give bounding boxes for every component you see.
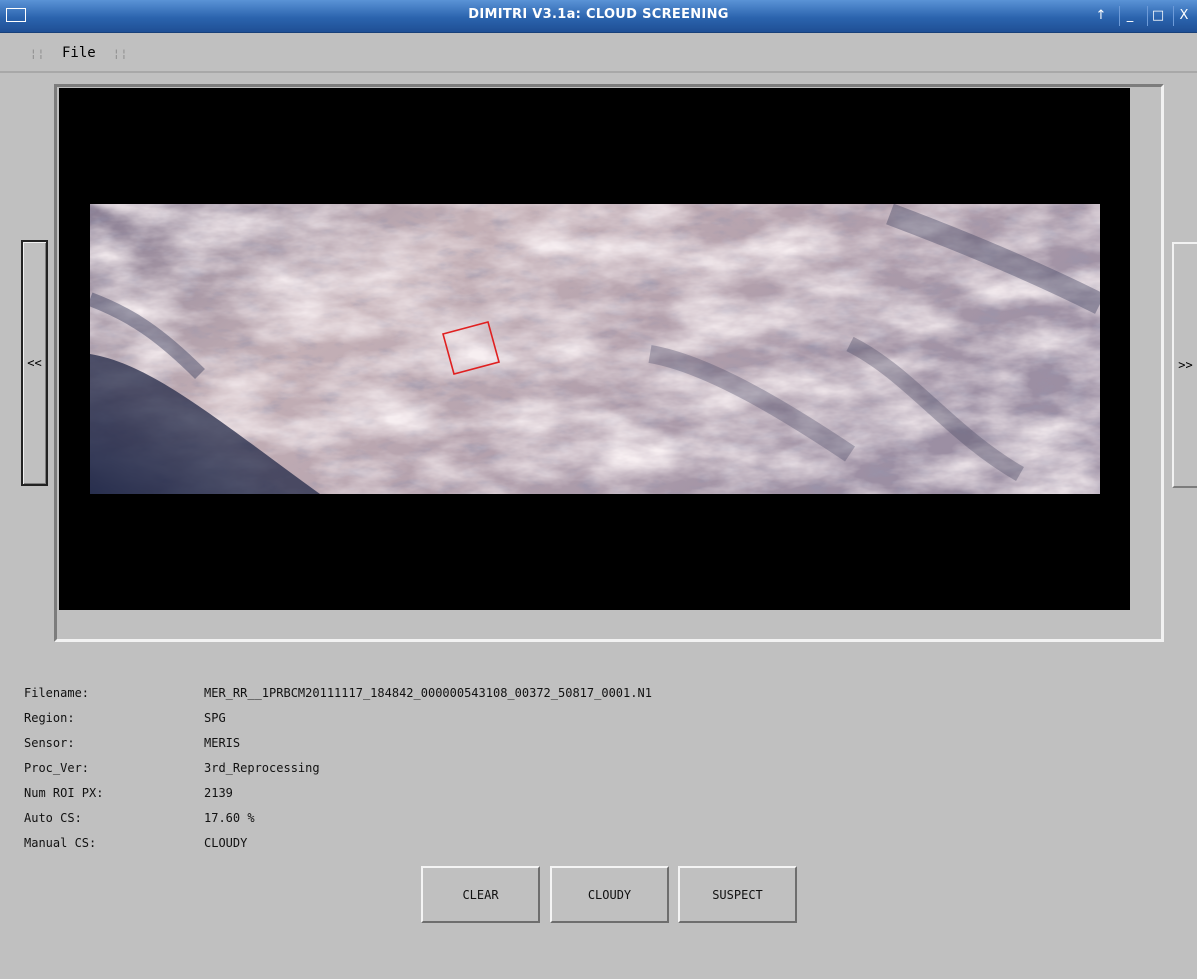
toolbar-grip-icon[interactable]: ¦¦ <box>113 47 128 60</box>
proc-ver-value: 3rd_Reprocessing <box>204 761 320 775</box>
sensor-label: Sensor: <box>24 736 75 750</box>
filename-value: MER_RR__1PRBCM20111117_184842_0000005431… <box>204 686 652 700</box>
num-roi-px-label: Num ROI PX: <box>24 786 104 800</box>
clear-button[interactable]: CLEAR <box>421 866 540 923</box>
manual-cs-label: Manual CS: <box>24 836 97 850</box>
filename-label: Filename: <box>24 686 90 700</box>
minimize-icon[interactable]: _ <box>1119 6 1140 26</box>
satellite-image[interactable] <box>90 204 1100 494</box>
proc-ver-label: Proc_Ver: <box>24 761 90 775</box>
region-label: Region: <box>24 711 75 725</box>
title-bar[interactable]: DIMITRI V3.1a: CLOUD SCREENING ↑ _ □ X <box>0 0 1197 33</box>
raise-window-icon[interactable]: ↑ <box>1091 6 1111 26</box>
next-image-button[interactable]: >> <box>1172 242 1197 488</box>
auto-cs-value: 17.60 % <box>204 811 255 825</box>
manual-cs-value: CLOUDY <box>204 836 248 850</box>
menu-bar: ¦¦ File ¦¦ <box>0 33 1197 73</box>
window-title: DIMITRI V3.1a: CLOUD SCREENING <box>468 7 729 22</box>
toolbar-grip-icon[interactable]: ¦¦ <box>30 47 45 60</box>
close-icon[interactable]: X <box>1173 6 1194 26</box>
num-roi-px-value: 2139 <box>204 786 233 800</box>
auto-cs-label: Auto CS: <box>24 811 82 825</box>
cloudy-button[interactable]: CLOUDY <box>550 866 669 923</box>
maximize-icon[interactable]: □ <box>1147 6 1168 26</box>
suspect-button[interactable]: SUSPECT <box>678 866 797 923</box>
file-menu[interactable]: File <box>62 45 96 61</box>
previous-image-button[interactable]: << <box>21 240 48 486</box>
region-value: SPG <box>204 711 226 725</box>
sensor-value: MERIS <box>204 736 241 750</box>
